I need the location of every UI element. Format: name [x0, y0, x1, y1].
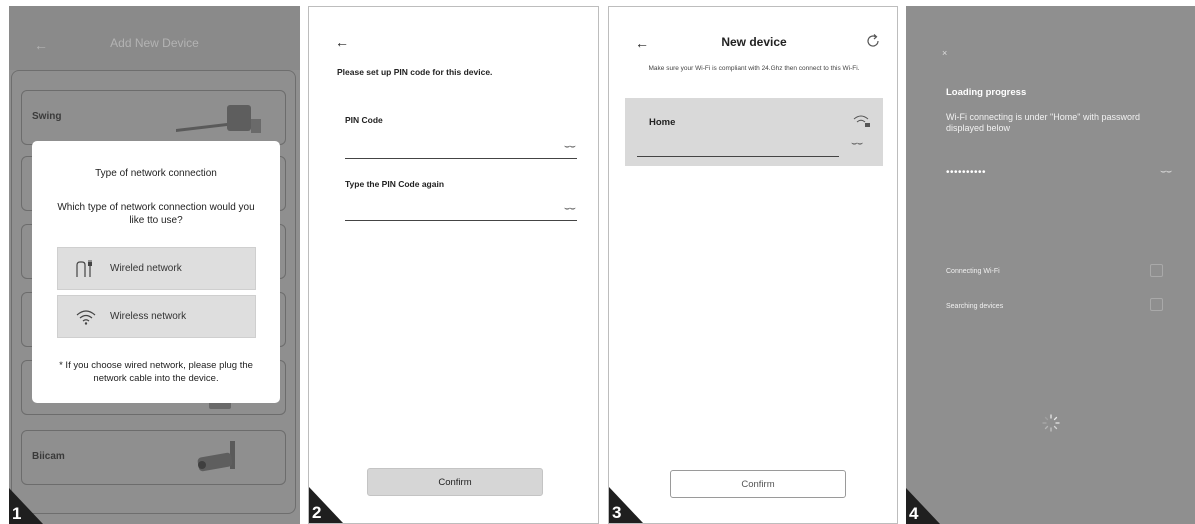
- camera-icon: [197, 441, 235, 472]
- status-row-label: Connecting Wi-Fi: [946, 268, 1000, 275]
- input-underline: [345, 220, 577, 221]
- status-checkbox: [1150, 298, 1163, 311]
- swing-gate-opener-icon: [176, 105, 261, 133]
- hidden-eye-icon[interactable]: ⌣⌣: [564, 203, 576, 214]
- option-label: Wireled network: [110, 263, 182, 274]
- screen-add-new-device: ← Add New Device Swing Biicam Type of ne…: [9, 6, 300, 524]
- wifi-compliance-note: Make sure your Wi-Fi is compliant with 2…: [648, 65, 860, 72]
- dialog-question: Which type of network connection would y…: [57, 202, 255, 226]
- wireless-network-option[interactable]: Wireless network: [57, 295, 256, 338]
- input-underline: [345, 158, 577, 159]
- pin-code-input[interactable]: ⌣⌣: [345, 135, 577, 159]
- network-type-dialog: Type of network connection Which type of…: [32, 141, 280, 403]
- page-title: Add New Device: [110, 36, 199, 50]
- wired-network-option[interactable]: Wireled network: [57, 247, 256, 290]
- progress-description: Wi-Fi connecting is under "Home" with pa…: [946, 112, 1140, 133]
- dialog-title: Type of network connection: [95, 168, 217, 179]
- status-checkbox: [1150, 264, 1163, 277]
- refresh-icon[interactable]: [865, 33, 881, 49]
- step-number: 1: [12, 504, 22, 523]
- wifi-network-item[interactable]: Home ⌣⌣: [625, 98, 883, 166]
- confirm-button-label: Confirm: [438, 477, 472, 488]
- loading-spinner-icon: [1042, 414, 1060, 432]
- step-number: 3: [612, 503, 622, 522]
- pin-again-label: Type the PIN Code again: [345, 179, 445, 189]
- hidden-eye-icon[interactable]: ⌣⌣: [1160, 166, 1172, 177]
- network-name: Home: [649, 117, 676, 128]
- ethernet-plug-icon: [76, 260, 92, 277]
- device-card-biicam[interactable]: Biicam: [21, 430, 286, 485]
- option-label: Wireless network: [110, 311, 187, 322]
- back-arrow-icon[interactable]: ←: [335, 35, 349, 49]
- device-label: Swing: [32, 111, 62, 122]
- wifi-lock-icon: [853, 115, 870, 127]
- confirm-button[interactable]: Confirm: [367, 468, 543, 496]
- confirm-button[interactable]: Confirm: [670, 470, 846, 498]
- wifi-icon: [76, 310, 96, 325]
- screen-new-device: ← New device Make sure your Wi-Fi is com…: [608, 6, 898, 524]
- hidden-eye-icon[interactable]: ⌣⌣: [851, 138, 863, 149]
- screen-set-pin: ← Please set up PIN code for this device…: [308, 6, 599, 524]
- password-underline: [637, 156, 839, 157]
- hidden-eye-icon[interactable]: ⌣⌣: [564, 141, 576, 152]
- step-number: 2: [312, 503, 322, 522]
- pin-again-input[interactable]: ⌣⌣: [345, 197, 577, 221]
- confirm-button-label: Confirm: [741, 479, 775, 490]
- password-masked: ••••••••••: [946, 167, 987, 178]
- page-title: New device: [721, 35, 787, 49]
- step-number: 4: [909, 504, 919, 523]
- device-card-swing[interactable]: Swing: [21, 90, 286, 145]
- pin-code-label: PIN Code: [345, 115, 383, 125]
- pin-heading: Please set up PIN code for this device.: [337, 67, 493, 77]
- screen-loading-progress: × Loading progress Wi-Fi connecting is u…: [906, 6, 1195, 524]
- device-label: Biicam: [32, 451, 65, 462]
- close-icon[interactable]: ×: [942, 48, 947, 58]
- progress-heading: Loading progress: [946, 87, 1027, 98]
- dialog-note: * If you choose wired network, please pl…: [59, 360, 253, 384]
- status-row-label: Searching devices: [946, 303, 1004, 310]
